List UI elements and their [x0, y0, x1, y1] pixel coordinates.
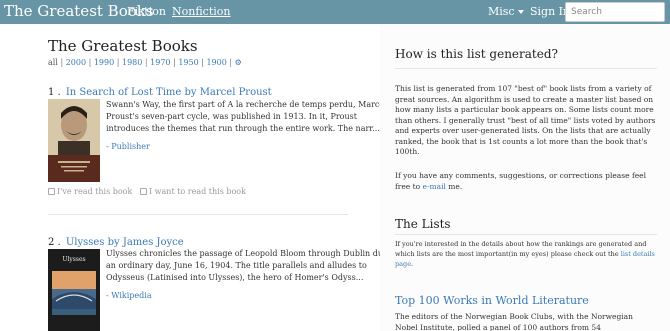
- checkbox-icon: [139, 188, 147, 195]
- gear-icon[interactable]: ⚙: [235, 58, 242, 67]
- divider: [395, 68, 657, 69]
- contact-suffix: me.: [445, 181, 463, 191]
- filter-1980[interactable]: 1980: [122, 58, 142, 67]
- book-title-link[interactable]: Ulysses by James Joyce: [66, 237, 184, 248]
- list-description: The editors of the Norwegian Book Clubs,…: [395, 312, 633, 331]
- book-cover[interactable]: Ulysses: [48, 249, 100, 331]
- read-checkbox[interactable]: I've read this book: [48, 187, 132, 196]
- wikipedia-link[interactable]: - Wikipedia: [106, 291, 152, 300]
- book-rank: 2 .: [48, 237, 61, 248]
- nav-misc-label: Misc: [488, 5, 515, 18]
- lists-suffix: .: [411, 260, 414, 268]
- cover-title: Ulysses: [62, 256, 85, 263]
- caret-down-icon: [517, 10, 524, 14]
- book-title-link[interactable]: In Search of Lost Time by Marcel Proust: [66, 87, 272, 98]
- book-item: 2 . Ulysses by James Joyce Ulysses Ulyss…: [48, 230, 400, 331]
- filter-1950[interactable]: 1950: [178, 58, 198, 67]
- lists-heading: The Lists: [395, 217, 451, 231]
- lists-prefix: If you're interested in the details abou…: [395, 240, 647, 258]
- nav-fiction[interactable]: Fiction: [127, 5, 166, 18]
- nav-misc-dropdown[interactable]: Misc: [488, 5, 524, 18]
- book-description: Ulysses chronicles the passage of Leopol…: [106, 249, 400, 282]
- book-cover[interactable]: [48, 99, 100, 182]
- publisher-link[interactable]: - Publisher: [106, 142, 150, 151]
- filter-1900[interactable]: 1900: [206, 58, 226, 67]
- page-title: The Greatest Books: [48, 37, 198, 55]
- nav-nonfiction[interactable]: Nonfiction: [172, 5, 230, 18]
- email-link[interactable]: e-mail: [423, 182, 446, 191]
- search-input[interactable]: [565, 2, 665, 22]
- contact-text: If you have any comments, suggestions, o…: [395, 171, 657, 192]
- filter-1970[interactable]: 1970: [150, 58, 170, 67]
- filter-1990[interactable]: 1990: [94, 58, 114, 67]
- checkbox-icon: [48, 188, 55, 195]
- filter-all[interactable]: all: [48, 58, 58, 67]
- want-label: I want to read this book: [148, 187, 246, 196]
- how-text: This list is generated from 107 "best of…: [395, 84, 656, 156]
- book-heading: 1 . In Search of Lost Time by Marcel Pro…: [48, 80, 272, 99]
- navbar: The Greatest Books Fiction Nonfiction Mi…: [0, 0, 670, 24]
- book-description: Swann's Way, the first part of A la rech…: [106, 100, 387, 133]
- want-checkbox[interactable]: I want to read this book: [139, 187, 246, 196]
- read-label: I've read this book: [57, 187, 133, 196]
- divider: [395, 234, 657, 235]
- book-rank: 1 .: [48, 87, 61, 98]
- era-filters: all | 2000 | 1990 | 1980 | 1970 | 1950 |…: [48, 58, 242, 67]
- list-title-link[interactable]: Top 100 Works in World Literature: [395, 294, 589, 307]
- how-heading: How is this list generated?: [395, 47, 558, 61]
- book-heading: 2 . Ulysses by James Joyce: [48, 230, 184, 249]
- lists-text: If you're interested in the details abou…: [395, 239, 657, 269]
- ulysses-cover-image: Ulysses: [48, 249, 100, 331]
- book-actions: I've read this book I want to read this …: [48, 187, 246, 196]
- book-item: 1 . In Search of Lost Time by Marcel Pro…: [48, 80, 387, 210]
- proust-portrait-image: [48, 99, 100, 182]
- filter-2000[interactable]: 2000: [66, 58, 86, 67]
- divider: [48, 214, 348, 215]
